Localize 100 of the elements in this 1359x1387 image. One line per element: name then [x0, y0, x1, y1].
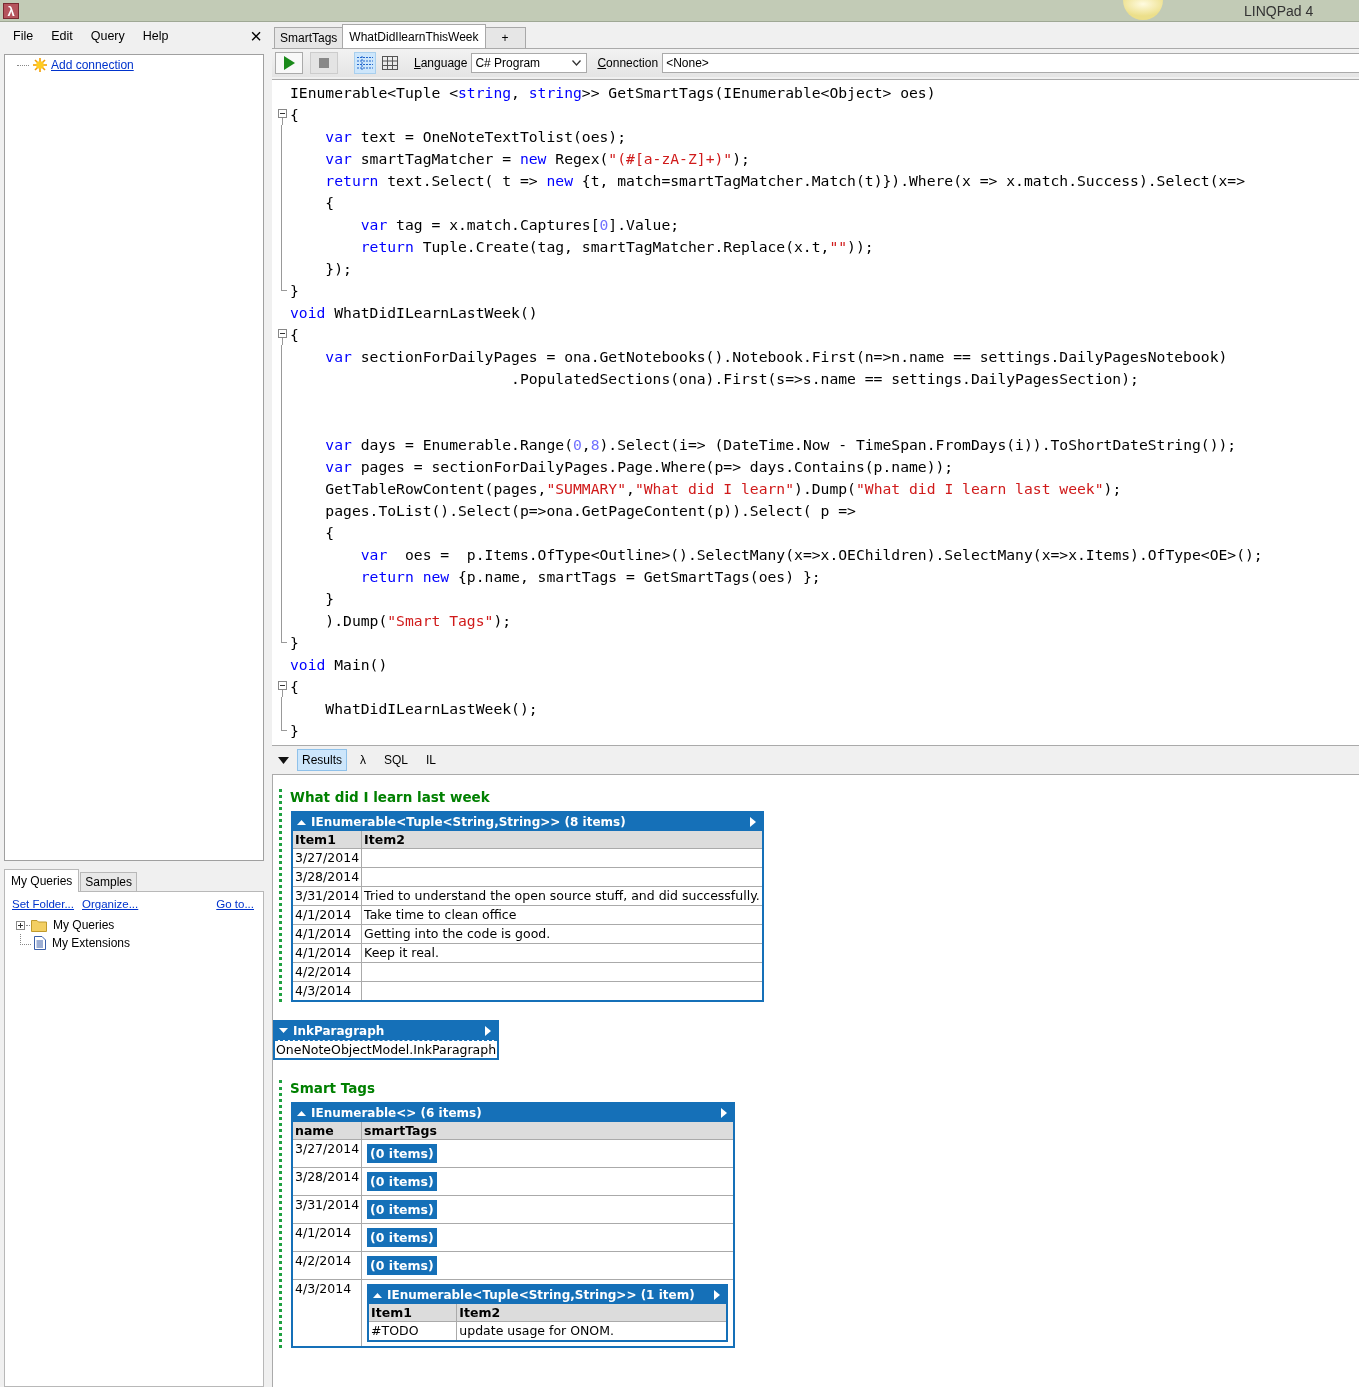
- empty-collection-link[interactable]: (0 items): [367, 1200, 437, 1219]
- results-tab[interactable]: λ: [355, 749, 371, 771]
- column-header: Item2: [361, 831, 762, 849]
- code-line: }: [290, 721, 299, 739]
- table-title: IEnumerable<> (6 items): [311, 1106, 483, 1120]
- dump-heading: Smart Tags: [290, 1080, 376, 1096]
- object-title: InkParagraph: [293, 1024, 386, 1038]
- results-tab[interactable]: Results: [297, 749, 347, 771]
- new-tab-button[interactable]: +: [484, 27, 526, 48]
- code-line: var days = Enumerable.Range(0,8).Select(i=> (DateTime.Now - TimeSpan.FromDays(i)).ToShortDateString());: [324, 435, 1237, 453]
- language-label: Language: [414, 56, 468, 70]
- folder-icon: [31, 918, 47, 932]
- expand-icon[interactable]: [16, 920, 25, 930]
- object-value: OneNoteObjectModel.InkParagraph: [275, 1040, 498, 1058]
- tree-item[interactable]: My Extensions: [52, 936, 131, 950]
- table-cell: 3/27/2014: [293, 1139, 362, 1168]
- stop-button[interactable]: [310, 52, 338, 74]
- collapse-icon[interactable]: [278, 756, 289, 764]
- run-button[interactable]: [275, 52, 303, 74]
- caret-icon: [572, 60, 582, 66]
- table-cell: #TODO: [369, 1321, 457, 1340]
- column-header: smartTags: [361, 1122, 733, 1140]
- explorer-link[interactable]: Organize...: [82, 898, 139, 910]
- code-line: {: [324, 523, 335, 541]
- empty-collection-link[interactable]: (0 items): [367, 1228, 437, 1247]
- code-line: {: [290, 325, 299, 343]
- code-editor[interactable]: [272, 79, 1359, 746]
- table-cell: 3/28/2014: [293, 1167, 362, 1196]
- expand-right-icon[interactable]: [485, 1026, 492, 1036]
- results-tab[interactable]: SQL: [379, 749, 414, 771]
- code-line: var smartTagMatcher = new Regex("(#[a-zA-Z]+)");: [324, 149, 750, 167]
- query-tab[interactable]: SmartTags: [274, 27, 344, 48]
- connection-label: Connection: [597, 56, 659, 70]
- table-title-bar[interactable]: IEnumerable<Tuple<String,String>> (8 items): [293, 813, 762, 831]
- expand-right-icon[interactable]: [720, 1108, 727, 1118]
- code-line: .PopulatedSections(ona).First(s=>s.name == settings.DailyPagesSection);: [510, 369, 1139, 387]
- stop-icon: [319, 58, 329, 68]
- code-line: WhatDidILearnLastWeek();: [324, 699, 538, 717]
- query-tab[interactable]: WhatDidIlearnThisWeek: [342, 24, 486, 48]
- code-line: GetTableRowContent(pages,"SUMMARY","What did I learn").Dump("What did I learn last week");: [324, 479, 1122, 497]
- explorer-tab[interactable]: Samples: [80, 872, 138, 891]
- menu-item[interactable]: Edit: [51, 29, 73, 43]
- table-cell: 3/28/2014: [293, 867, 362, 887]
- dump-heading: What did I learn last week: [290, 789, 491, 805]
- menu-item[interactable]: Help: [142, 29, 169, 43]
- table-cell: 4/2/2014: [293, 962, 362, 982]
- table-cell: 4/1/2014: [293, 924, 362, 944]
- code-line: var oes = p.Items.OfType<Outline>().SelectMany(x=>x.OEChildren).SelectMany(x=>x.Items).OfType<OE>();: [359, 545, 1263, 563]
- code-line: return Tuple.Create(tag, smartTagMatcher.Replace(x.t,""));: [359, 237, 874, 255]
- expand-right-icon[interactable]: [749, 817, 756, 827]
- code-line: }: [290, 281, 299, 299]
- code-line: {: [290, 677, 299, 695]
- rich-text-view-button[interactable]: [354, 52, 376, 74]
- table-title: IEnumerable<Tuple<String,String>> (8 items): [311, 815, 627, 829]
- language-dropdown[interactable]: C# Program: [471, 53, 588, 73]
- code-line: ).Dump("Smart Tags");: [324, 611, 512, 629]
- table-cell: 4/1/2014: [293, 1223, 362, 1252]
- close-button[interactable]: ×: [250, 26, 262, 46]
- code-line: {: [290, 105, 299, 123]
- table-cell: 3/27/2014: [293, 848, 362, 868]
- explorer-link[interactable]: Go to...: [216, 898, 254, 910]
- window-title: LINQPad 4: [1244, 3, 1314, 19]
- table-cell: 4/3/2014: [293, 1279, 362, 1346]
- app-icon: λ: [3, 2, 19, 19]
- empty-collection-link[interactable]: (0 items): [367, 1172, 437, 1191]
- code-line: var pages = sectionForDailyPages.Page.Where(p=> days.Contains(p.name));: [324, 457, 954, 475]
- code-line: IEnumerable<Tuple <string, string>> GetSmartTags(IEnumerable<Object> oes): [290, 83, 936, 101]
- explorer-tab[interactable]: My Queries: [4, 869, 80, 892]
- code-line: void WhatDidILearnLastWeek(): [290, 303, 538, 321]
- results-tab[interactable]: IL: [421, 749, 442, 771]
- menu-item[interactable]: Query: [90, 29, 125, 43]
- code-line: pages.ToList().Select(p=>ona.GetPageContent(p)).Select( p =>: [324, 501, 856, 519]
- column-header: name: [293, 1122, 362, 1140]
- code-line: });: [324, 259, 352, 277]
- empty-collection-link[interactable]: (0 items): [367, 1256, 437, 1275]
- column-header: Item2: [456, 1304, 726, 1322]
- tree-item[interactable]: My Queries: [53, 918, 115, 932]
- code-line: {: [324, 193, 335, 211]
- add-connection-link[interactable]: Add connection: [51, 58, 134, 72]
- explorer-link[interactable]: Set Folder...: [12, 898, 74, 910]
- code-line: void Main(): [290, 655, 388, 673]
- table-title-bar[interactable]: IEnumerable<Tuple<String,String>> (1 item): [369, 1286, 726, 1304]
- code-line: return new {p.name, smartTags = GetSmartTags(oes) };: [359, 567, 821, 585]
- object-title-bar[interactable]: InkParagraph: [275, 1022, 498, 1040]
- code-line: return text.Select( t => new {t, match=smartTagMatcher.Match(t)}).Where(x => x.match.Success).Select(x=>: [324, 171, 1246, 189]
- code-line: var text = OneNoteTextTolist(oes);: [324, 127, 627, 145]
- empty-collection-link[interactable]: (0 items): [367, 1144, 437, 1163]
- expand-right-icon[interactable]: [713, 1290, 720, 1300]
- connection-field[interactable]: <None>: [662, 53, 1359, 73]
- table-cell: 4/1/2014: [293, 943, 362, 963]
- sun-icon: [1123, 0, 1163, 20]
- column-header: Item1: [369, 1304, 457, 1322]
- table-title: IEnumerable<Tuple<String,String>> (1 item): [387, 1288, 695, 1302]
- column-header: Item1: [293, 831, 362, 849]
- table-cell: 3/31/2014: [293, 886, 362, 906]
- code-line: var sectionForDailyPages = ona.GetNotebooks().Notebook.First(n=>n.name == settings.DailyPagesNotebook): [324, 347, 1228, 365]
- table-cell: 4/1/2014: [293, 905, 362, 925]
- code-line: var tag = x.match.Captures[0].Value;: [359, 215, 680, 233]
- table-title-bar[interactable]: IEnumerable<> (6 items): [293, 1104, 733, 1122]
- menu-item[interactable]: File: [13, 29, 34, 43]
